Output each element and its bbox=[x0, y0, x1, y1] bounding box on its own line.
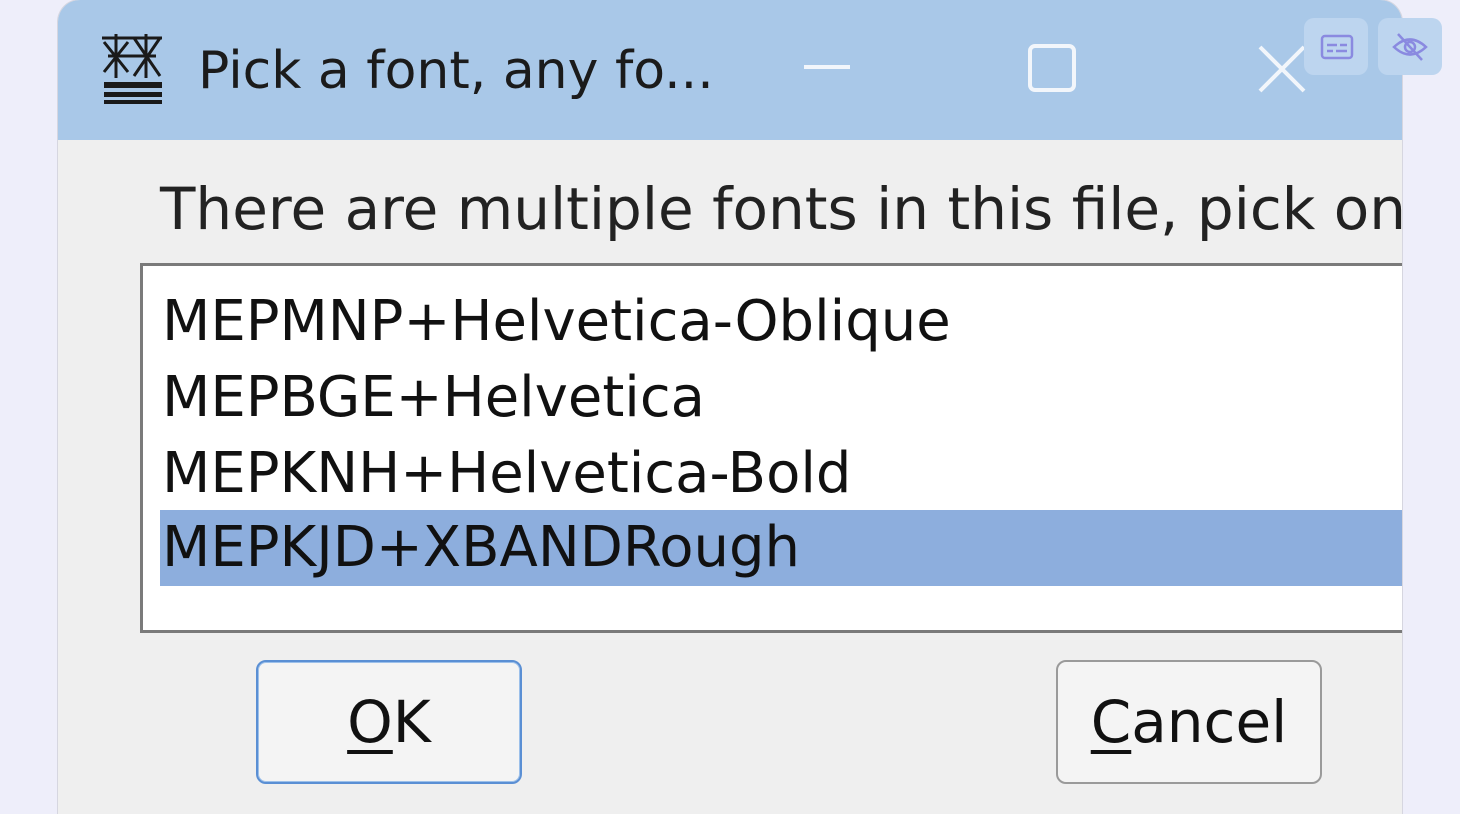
ok-button[interactable]: OK bbox=[256, 660, 522, 784]
list-item[interactable]: MEPKNH+Helvetica-Bold bbox=[160, 436, 1402, 512]
overlay-toolbar bbox=[1304, 18, 1444, 76]
maximize-icon bbox=[1028, 44, 1076, 92]
maximize-button[interactable] bbox=[996, 0, 1106, 140]
window-title: Pick a font, any fo... bbox=[198, 41, 714, 101]
prompt-text: There are multiple fonts in this file, p… bbox=[160, 175, 1402, 243]
list-item[interactable]: MEPMNP+Helvetica-Oblique bbox=[160, 284, 1402, 360]
font-picker-dialog: Pick a font, any fo... There are multipl… bbox=[58, 0, 1402, 814]
cancel-button[interactable]: Cancel bbox=[1056, 660, 1322, 784]
minimize-icon bbox=[804, 65, 850, 69]
list-item[interactable]: MEPBGE+Helvetica bbox=[160, 360, 1402, 436]
ok-label: K bbox=[392, 688, 431, 756]
captions-button[interactable] bbox=[1304, 18, 1368, 75]
cancel-label: ancel bbox=[1131, 688, 1288, 756]
minimize-button[interactable] bbox=[770, 0, 880, 140]
ok-mnemonic: O bbox=[347, 688, 393, 756]
captions-icon bbox=[1320, 34, 1354, 60]
title-bar[interactable]: Pick a font, any fo... bbox=[58, 0, 1402, 140]
eye-off-icon bbox=[1392, 33, 1428, 61]
font-list[interactable]: MEPMNP+Helvetica-Oblique MEPBGE+Helvetic… bbox=[140, 263, 1402, 633]
list-item-selected[interactable]: MEPKJD+XBANDRough bbox=[160, 510, 1402, 586]
fontforge-icon bbox=[98, 32, 168, 104]
hide-button[interactable] bbox=[1378, 18, 1442, 75]
cancel-mnemonic: C bbox=[1090, 688, 1132, 756]
